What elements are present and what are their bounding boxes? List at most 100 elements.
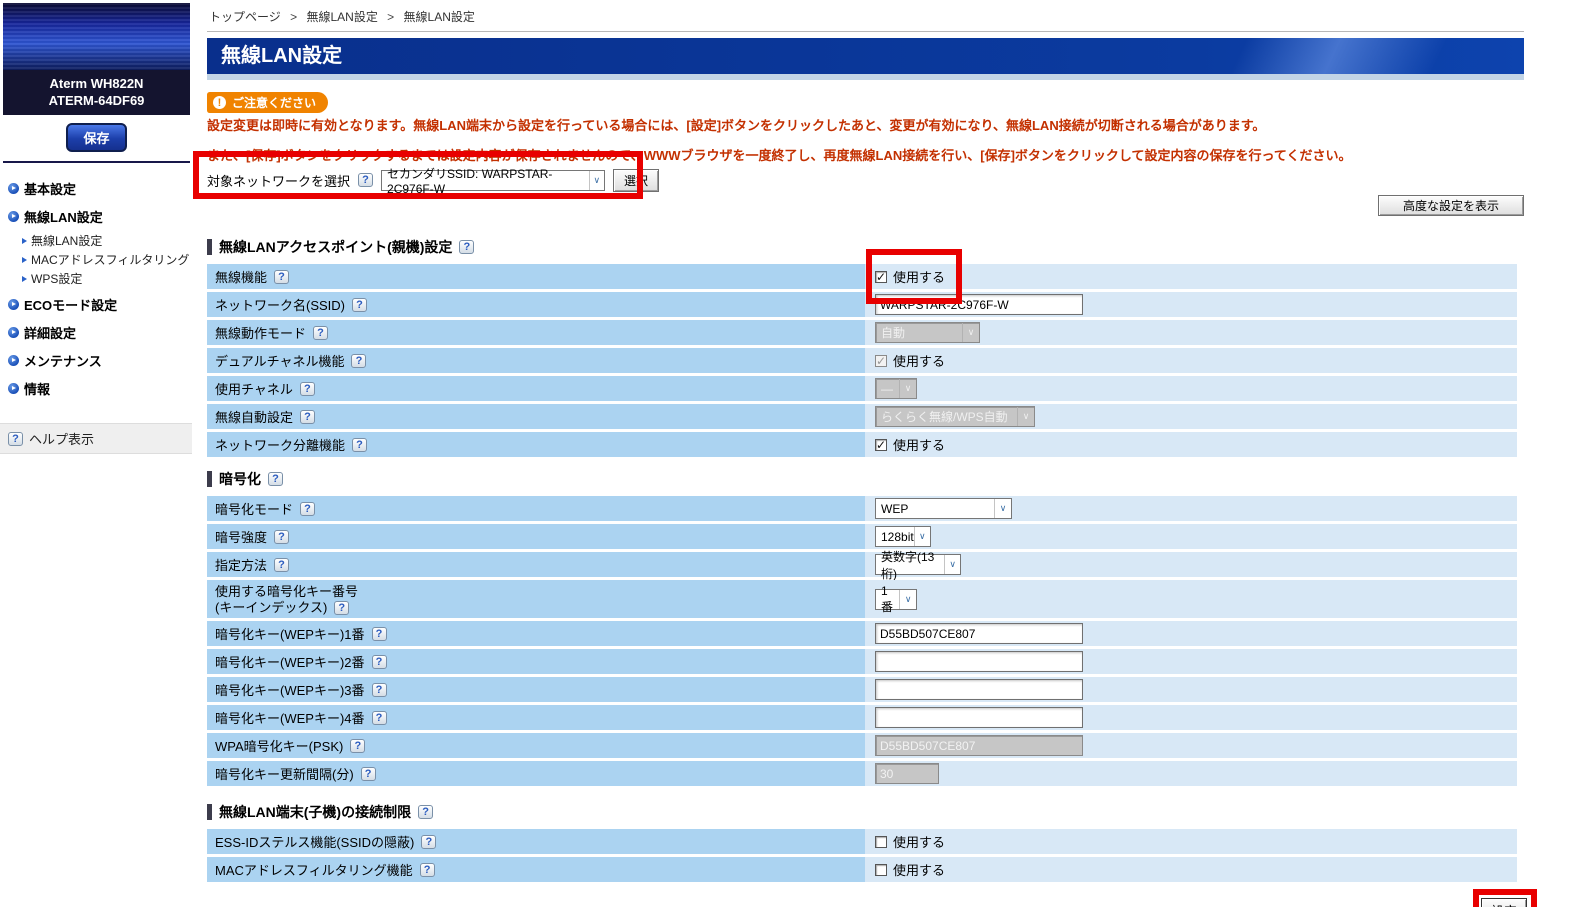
aterm-logo — [3, 3, 190, 70]
help-icon[interactable] — [274, 558, 289, 572]
ssid-input[interactable] — [875, 294, 1083, 315]
arrow-right-icon — [22, 257, 27, 263]
client-restriction-table: ESS-IDステルス機能(SSIDの隠蔽) 使用する MACアドレスフィルタリン… — [207, 829, 1517, 882]
table-row: 暗号化キー(WEPキー)4番 — [207, 705, 1517, 730]
target-network-row: 対象ネットワークを選択 セカンダリSSID: WARPSTAR-2C976F-W… — [207, 166, 1530, 194]
help-icon[interactable] — [372, 627, 387, 641]
access-point-table: 無線機能 使用する ネットワーク名(SSID) 無線動作モード 自動 — [207, 264, 1517, 457]
help-icon[interactable] — [352, 438, 367, 452]
breadcrumb-separator: > — [387, 10, 394, 24]
help-icon[interactable] — [300, 502, 315, 516]
section-title: 無線LAN端末(子機)の接続制限 — [219, 802, 411, 822]
bullet-arrow-icon — [8, 183, 19, 194]
network-separation-checkbox[interactable] — [875, 439, 887, 451]
save-button[interactable]: 保存 — [66, 123, 126, 152]
sidebar-subitem-label: WPS設定 — [31, 270, 82, 287]
table-row: 暗号化キー(WEPキー)2番 — [207, 649, 1517, 674]
sidebar-item-maintenance[interactable]: メンテナンス — [8, 351, 192, 370]
sidebar-subitem-label: 無線LAN設定 — [31, 232, 102, 249]
help-icon[interactable] — [372, 655, 387, 669]
breadcrumb-item-top[interactable]: トップページ — [209, 10, 281, 24]
help-icon[interactable] — [334, 601, 349, 615]
help-icon[interactable] — [350, 739, 365, 753]
help-icon[interactable] — [420, 863, 435, 877]
sidebar-item-advanced[interactable]: 詳細設定 — [8, 323, 192, 342]
help-icon[interactable] — [274, 530, 289, 544]
encryption-mode-select[interactable]: WEP — [875, 498, 1012, 519]
row-label: 暗号化キー(WEPキー)2番 — [215, 652, 365, 671]
help-icon[interactable] — [421, 835, 436, 849]
device-network-name: ATERM-64DF69 — [3, 92, 190, 109]
page: Aterm WH822N ATERM-64DF69 保存 基本設定 無線LAN設… — [0, 0, 1576, 907]
help-icon[interactable] — [300, 382, 315, 396]
sidebar-submenu-wireless: 無線LAN設定 MACアドレスフィルタリング WPS設定 — [22, 232, 192, 287]
help-icon[interactable] — [313, 326, 328, 340]
row-label: 使用チャネル — [215, 379, 293, 398]
wep-key4-input[interactable] — [875, 707, 1083, 728]
essid-stealth-checkbox[interactable] — [875, 836, 887, 848]
help-icon[interactable] — [268, 472, 283, 486]
sidebar-subitem-wireless-lan[interactable]: 無線LAN設定 — [22, 232, 192, 249]
help-icon[interactable] — [300, 410, 315, 424]
help-icon[interactable] — [352, 298, 367, 312]
wireless-enable-checkbox[interactable] — [875, 271, 887, 283]
help-icon[interactable] — [459, 240, 474, 254]
row-label: 暗号化モード — [215, 499, 293, 518]
auto-wireless-select: らくらく無線/WPS自動 — [875, 406, 1035, 427]
wep-key3-input[interactable] — [875, 679, 1083, 700]
network-select-value: セカンダリSSID: WARPSTAR-2C976F-W — [387, 165, 589, 196]
table-row: 暗号強度 128bit — [207, 524, 1517, 549]
device-model: Aterm WH822N — [3, 75, 190, 92]
sidebar-subitem-wps[interactable]: WPS設定 — [22, 270, 192, 287]
table-row: 無線自動設定 らくらく無線/WPS自動 — [207, 404, 1517, 429]
network-select-button[interactable]: 選択 — [613, 169, 659, 192]
bullet-arrow-icon — [8, 355, 19, 366]
sidebar-item-wireless[interactable]: 無線LAN設定 — [8, 207, 192, 226]
row-label: 暗号化キー(WEPキー)1番 — [215, 624, 365, 643]
sidebar-item-basic[interactable]: 基本設定 — [8, 179, 192, 198]
section-title: 暗号化 — [219, 469, 261, 489]
notice-badge-label: ご注意ください — [232, 94, 316, 111]
row-label: WPA暗号化キー(PSK) — [215, 736, 343, 755]
bullet-arrow-icon — [8, 211, 19, 222]
sidebar-item-label: 詳細設定 — [24, 323, 76, 342]
table-row: 暗号化モード WEP — [207, 496, 1517, 521]
help-icon[interactable] — [274, 270, 289, 284]
row-label: MACアドレスフィルタリング機能 — [215, 860, 413, 879]
chevron-down-icon — [899, 379, 916, 398]
section-header-client-restriction: 無線LAN端末(子機)の接続制限 — [207, 802, 1530, 822]
sidebar-item-info[interactable]: 情報 — [8, 379, 192, 398]
notice-line-2: また、[保存]ボタンをクリックするまでは設定内容が保存されませんので、WWWブラ… — [207, 145, 1530, 164]
row-label: 無線動作モード — [215, 323, 306, 342]
help-icon[interactable] — [351, 354, 366, 368]
sidebar-item-eco[interactable]: ECOモード設定 — [8, 295, 192, 314]
advanced-settings-button[interactable]: 高度な設定を表示 — [1378, 195, 1524, 216]
sidebar-subitem-mac-filtering[interactable]: MACアドレスフィルタリング — [22, 251, 192, 268]
breadcrumb-item-wireless[interactable]: 無線LAN設定 — [306, 10, 377, 24]
help-icon[interactable] — [418, 805, 433, 819]
section-header-access-point: 無線LANアクセスポイント(親機)設定 — [207, 237, 1530, 257]
encryption-strength-select[interactable]: 128bit — [875, 526, 931, 547]
table-row: 暗号化キー(WEPキー)1番 — [207, 621, 1517, 646]
key-index-select[interactable]: 1番 — [875, 589, 917, 610]
wep-key1-input[interactable] — [875, 623, 1083, 644]
arrow-right-icon — [22, 238, 27, 244]
breadcrumb-item-current: 無線LAN設定 — [404, 10, 475, 24]
help-icon[interactable] — [358, 173, 373, 187]
checkbox-label: 使用する — [893, 435, 945, 454]
chevron-down-icon — [994, 499, 1011, 518]
submit-button[interactable]: 設定 — [1481, 898, 1527, 907]
row-label: 暗号化キー(WEPキー)4番 — [215, 708, 365, 727]
wep-key2-input[interactable] — [875, 651, 1083, 672]
help-icon[interactable] — [372, 711, 387, 725]
help-icon[interactable] — [372, 683, 387, 697]
dual-channel-checkbox — [875, 355, 887, 367]
help-display-item[interactable]: ヘルプ表示 — [0, 423, 192, 454]
network-select-dropdown[interactable]: セカンダリSSID: WARPSTAR-2C976F-W — [381, 170, 605, 191]
row-label: 暗号化キー更新間隔(分) — [215, 764, 354, 783]
help-icon — [8, 432, 23, 446]
key-format-select[interactable]: 英数字(13桁) — [875, 554, 961, 575]
row-label: 暗号化キー(WEPキー)3番 — [215, 680, 365, 699]
help-icon[interactable] — [361, 767, 376, 781]
mac-filtering-checkbox[interactable] — [875, 864, 887, 876]
